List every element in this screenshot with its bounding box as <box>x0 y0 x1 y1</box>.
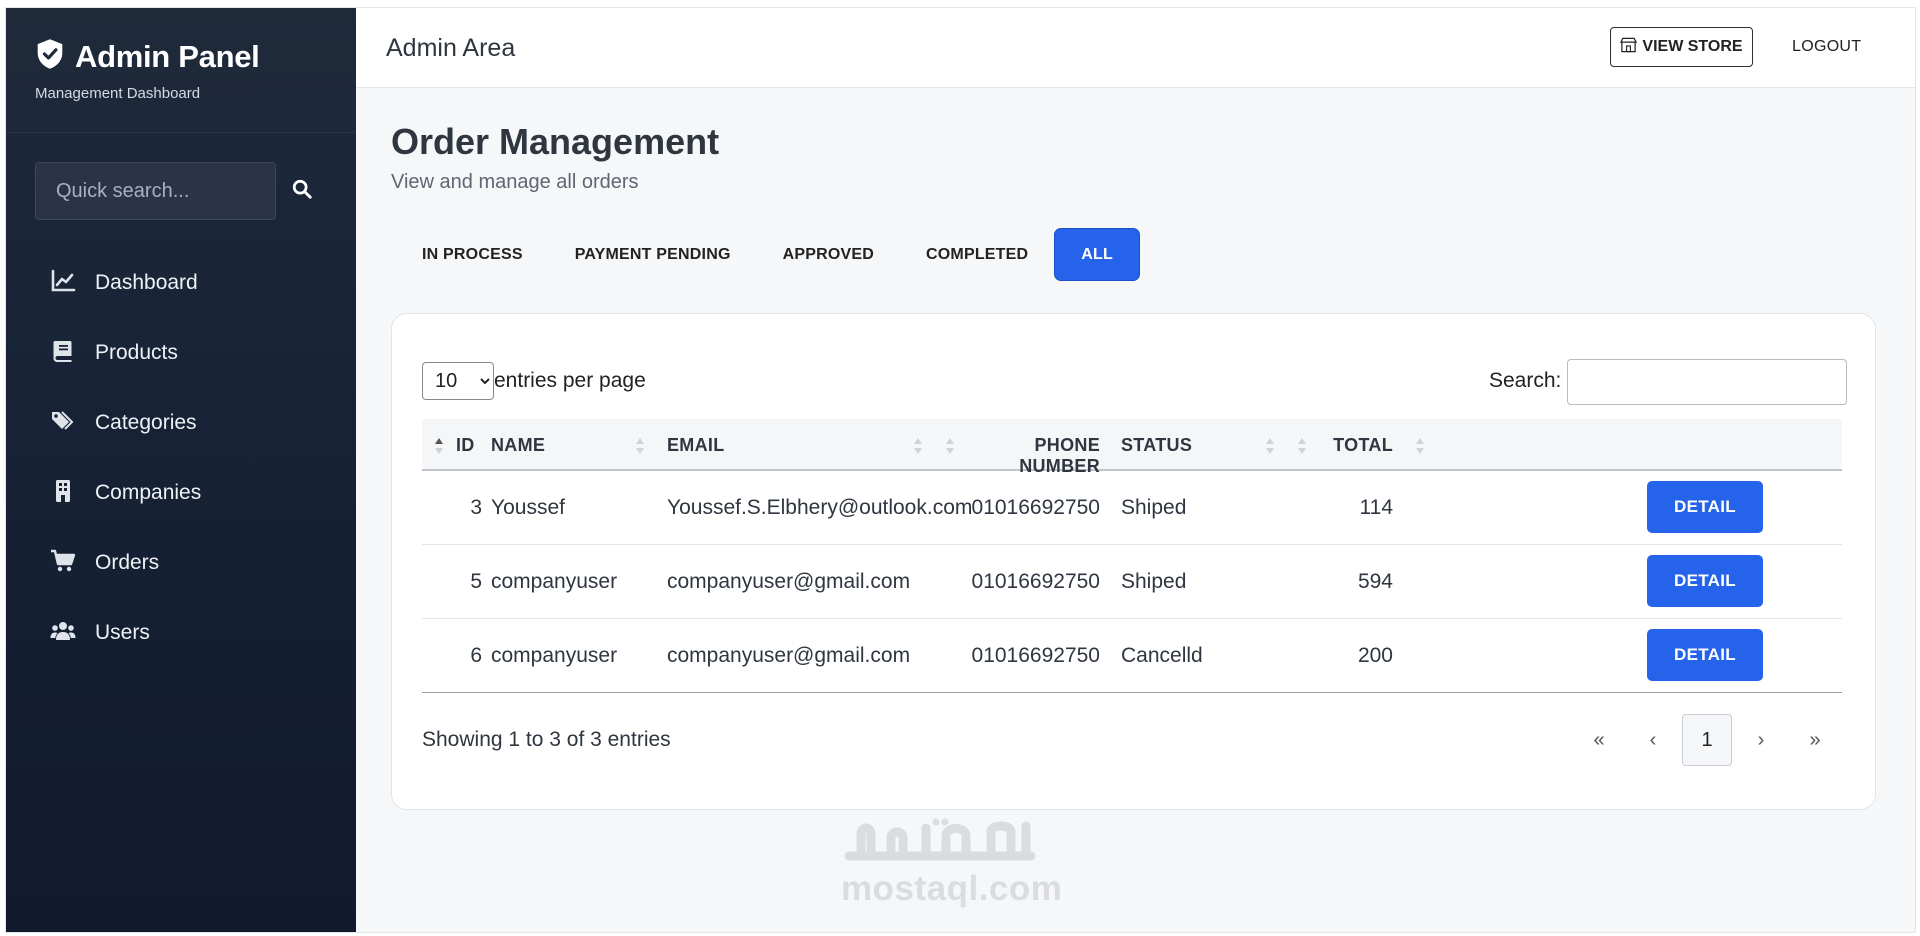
page-subtitle: View and manage all orders <box>391 171 639 193</box>
sidebar-item-products[interactable]: Products <box>50 318 201 388</box>
shield-check-icon <box>35 38 75 75</box>
pagination-next[interactable]: › <box>1734 714 1788 766</box>
sort-icon[interactable] <box>945 437 955 455</box>
cell-id: 3 <box>470 496 482 519</box>
sidebar-nav: Dashboard Products Categories Companies <box>50 248 201 668</box>
column-header-status[interactable]: STATUS <box>1121 435 1192 456</box>
sort-icon[interactable] <box>1415 437 1425 455</box>
table-row: 3 Youssef Youssef.S.Elbhery@outlook.com … <box>422 471 1842 545</box>
orders-card: 10 25 50 100 entries per page Search: ID… <box>391 313 1876 810</box>
pagination: « ‹ 1 › » <box>1572 714 1842 766</box>
detail-button[interactable]: DETAIL <box>1647 481 1763 533</box>
sidebar-search <box>35 162 326 220</box>
cell-name: companyuser <box>491 644 618 667</box>
column-header-total[interactable]: TOTAL <box>1322 435 1393 456</box>
status-tabs: IN PROCESS PAYMENT PENDING APPROVED COMP… <box>396 228 1140 281</box>
sort-icon[interactable] <box>635 437 645 455</box>
tab-approved[interactable]: APPROVED <box>757 228 900 281</box>
sort-icon[interactable] <box>1297 437 1307 455</box>
book-icon <box>50 338 95 369</box>
view-store-button[interactable]: VIEW STORE <box>1610 27 1753 67</box>
cell-phone: 01016692750 <box>971 644 1100 667</box>
detail-button[interactable]: DETAIL <box>1647 629 1763 681</box>
tab-in-process[interactable]: IN PROCESS <box>396 228 549 281</box>
cart-icon <box>50 548 95 579</box>
quick-search-input[interactable] <box>35 162 276 220</box>
store-icon <box>1620 37 1642 58</box>
sidebar-divider <box>6 132 356 133</box>
app-window: Admin Panel Management Dashboard Dashboa… <box>5 7 1916 933</box>
sidebar-item-categories[interactable]: Categories <box>50 388 201 458</box>
column-header-name[interactable]: NAME <box>491 435 545 456</box>
table-row: 6 companyuser companyuser@gmail.com 0101… <box>422 619 1842 693</box>
table-search-input[interactable] <box>1567 359 1847 405</box>
users-icon <box>50 618 95 649</box>
orders-table: ID NAME EMAIL PHONE NUMBER STATUS TOTAL … <box>422 419 1842 693</box>
cell-id: 6 <box>470 644 482 667</box>
chart-line-icon <box>50 268 95 299</box>
cell-total: 200 <box>1357 644 1393 667</box>
pagination-first[interactable]: « <box>1572 714 1626 766</box>
entries-per-page-select[interactable]: 10 25 50 100 <box>422 362 494 400</box>
sort-icon[interactable] <box>913 437 923 455</box>
top-header: Admin Area VIEW STORE LOGOUT <box>356 8 1915 88</box>
sort-icon[interactable] <box>1265 437 1275 455</box>
column-header-email[interactable]: EMAIL <box>667 435 725 456</box>
building-icon <box>50 478 95 509</box>
cell-status: Shiped <box>1121 496 1187 519</box>
tab-all[interactable]: ALL <box>1054 228 1140 281</box>
cell-email: companyuser@gmail.com <box>667 644 911 667</box>
sidebar-item-dashboard[interactable]: Dashboard <box>50 248 201 318</box>
sidebar-item-label: Categories <box>95 411 197 434</box>
pagination-prev[interactable]: ‹ <box>1626 714 1680 766</box>
cell-total: 594 <box>1357 570 1393 593</box>
sidebar: Admin Panel Management Dashboard Dashboa… <box>6 8 356 932</box>
logout-link[interactable]: LOGOUT <box>1792 38 1861 56</box>
sidebar-item-label: Dashboard <box>95 271 198 294</box>
cell-email: companyuser@gmail.com <box>667 570 911 593</box>
cell-email: Youssef.S.Elbhery@outlook.com <box>667 496 973 519</box>
column-header-id[interactable]: ID <box>456 435 475 456</box>
sidebar-item-label: Products <box>95 341 178 364</box>
search-icon <box>291 178 313 205</box>
mostaql-watermark: mostaql.com <box>841 816 1063 909</box>
cell-phone: 01016692750 <box>971 570 1100 593</box>
sidebar-item-label: Orders <box>95 551 160 574</box>
sort-asc-icon[interactable] <box>434 437 444 455</box>
cell-total: 114 <box>1359 496 1393 519</box>
sidebar-item-label: Companies <box>95 481 202 504</box>
table-info: Showing 1 to 3 of 3 entries <box>422 728 671 751</box>
mostaql-logo <box>844 818 1036 861</box>
cell-status: Shiped <box>1121 570 1187 593</box>
cell-id: 5 <box>470 570 482 593</box>
sidebar-item-label: Users <box>95 621 150 644</box>
tab-completed[interactable]: COMPLETED <box>900 228 1054 281</box>
cell-name: Youssef <box>491 496 565 519</box>
tab-payment-pending[interactable]: PAYMENT PENDING <box>549 228 757 281</box>
brand-subtitle: Management Dashboard <box>35 85 201 102</box>
sidebar-item-orders[interactable]: Orders <box>50 528 201 598</box>
pagination-last[interactable]: » <box>1788 714 1842 766</box>
header-title: Admin Area <box>386 34 516 62</box>
cell-phone: 01016692750 <box>971 496 1100 519</box>
pagination-current-page[interactable]: 1 <box>1682 714 1732 766</box>
table-header: ID NAME EMAIL PHONE NUMBER STATUS TOTAL <box>422 419 1842 476</box>
brand: Admin Panel Management Dashboard <box>35 38 260 103</box>
tags-icon <box>50 408 95 439</box>
search-button[interactable] <box>278 162 326 220</box>
cell-name: companyuser <box>491 570 618 593</box>
brand-title: Admin Panel <box>75 38 260 74</box>
cell-status: Cancelld <box>1121 644 1203 667</box>
sidebar-item-users[interactable]: Users <box>50 598 201 668</box>
watermark-url: mostaql.com <box>841 869 1063 908</box>
table-row: 5 companyuser companyuser@gmail.com 0101… <box>422 545 1842 619</box>
sidebar-item-companies[interactable]: Companies <box>50 458 201 528</box>
table-search-label: Search: <box>1489 369 1562 392</box>
page-title: Order Management <box>391 121 720 162</box>
view-store-label: VIEW STORE <box>1642 38 1743 55</box>
entries-per-page-label: entries per page <box>494 369 646 392</box>
detail-button[interactable]: DETAIL <box>1647 555 1763 607</box>
